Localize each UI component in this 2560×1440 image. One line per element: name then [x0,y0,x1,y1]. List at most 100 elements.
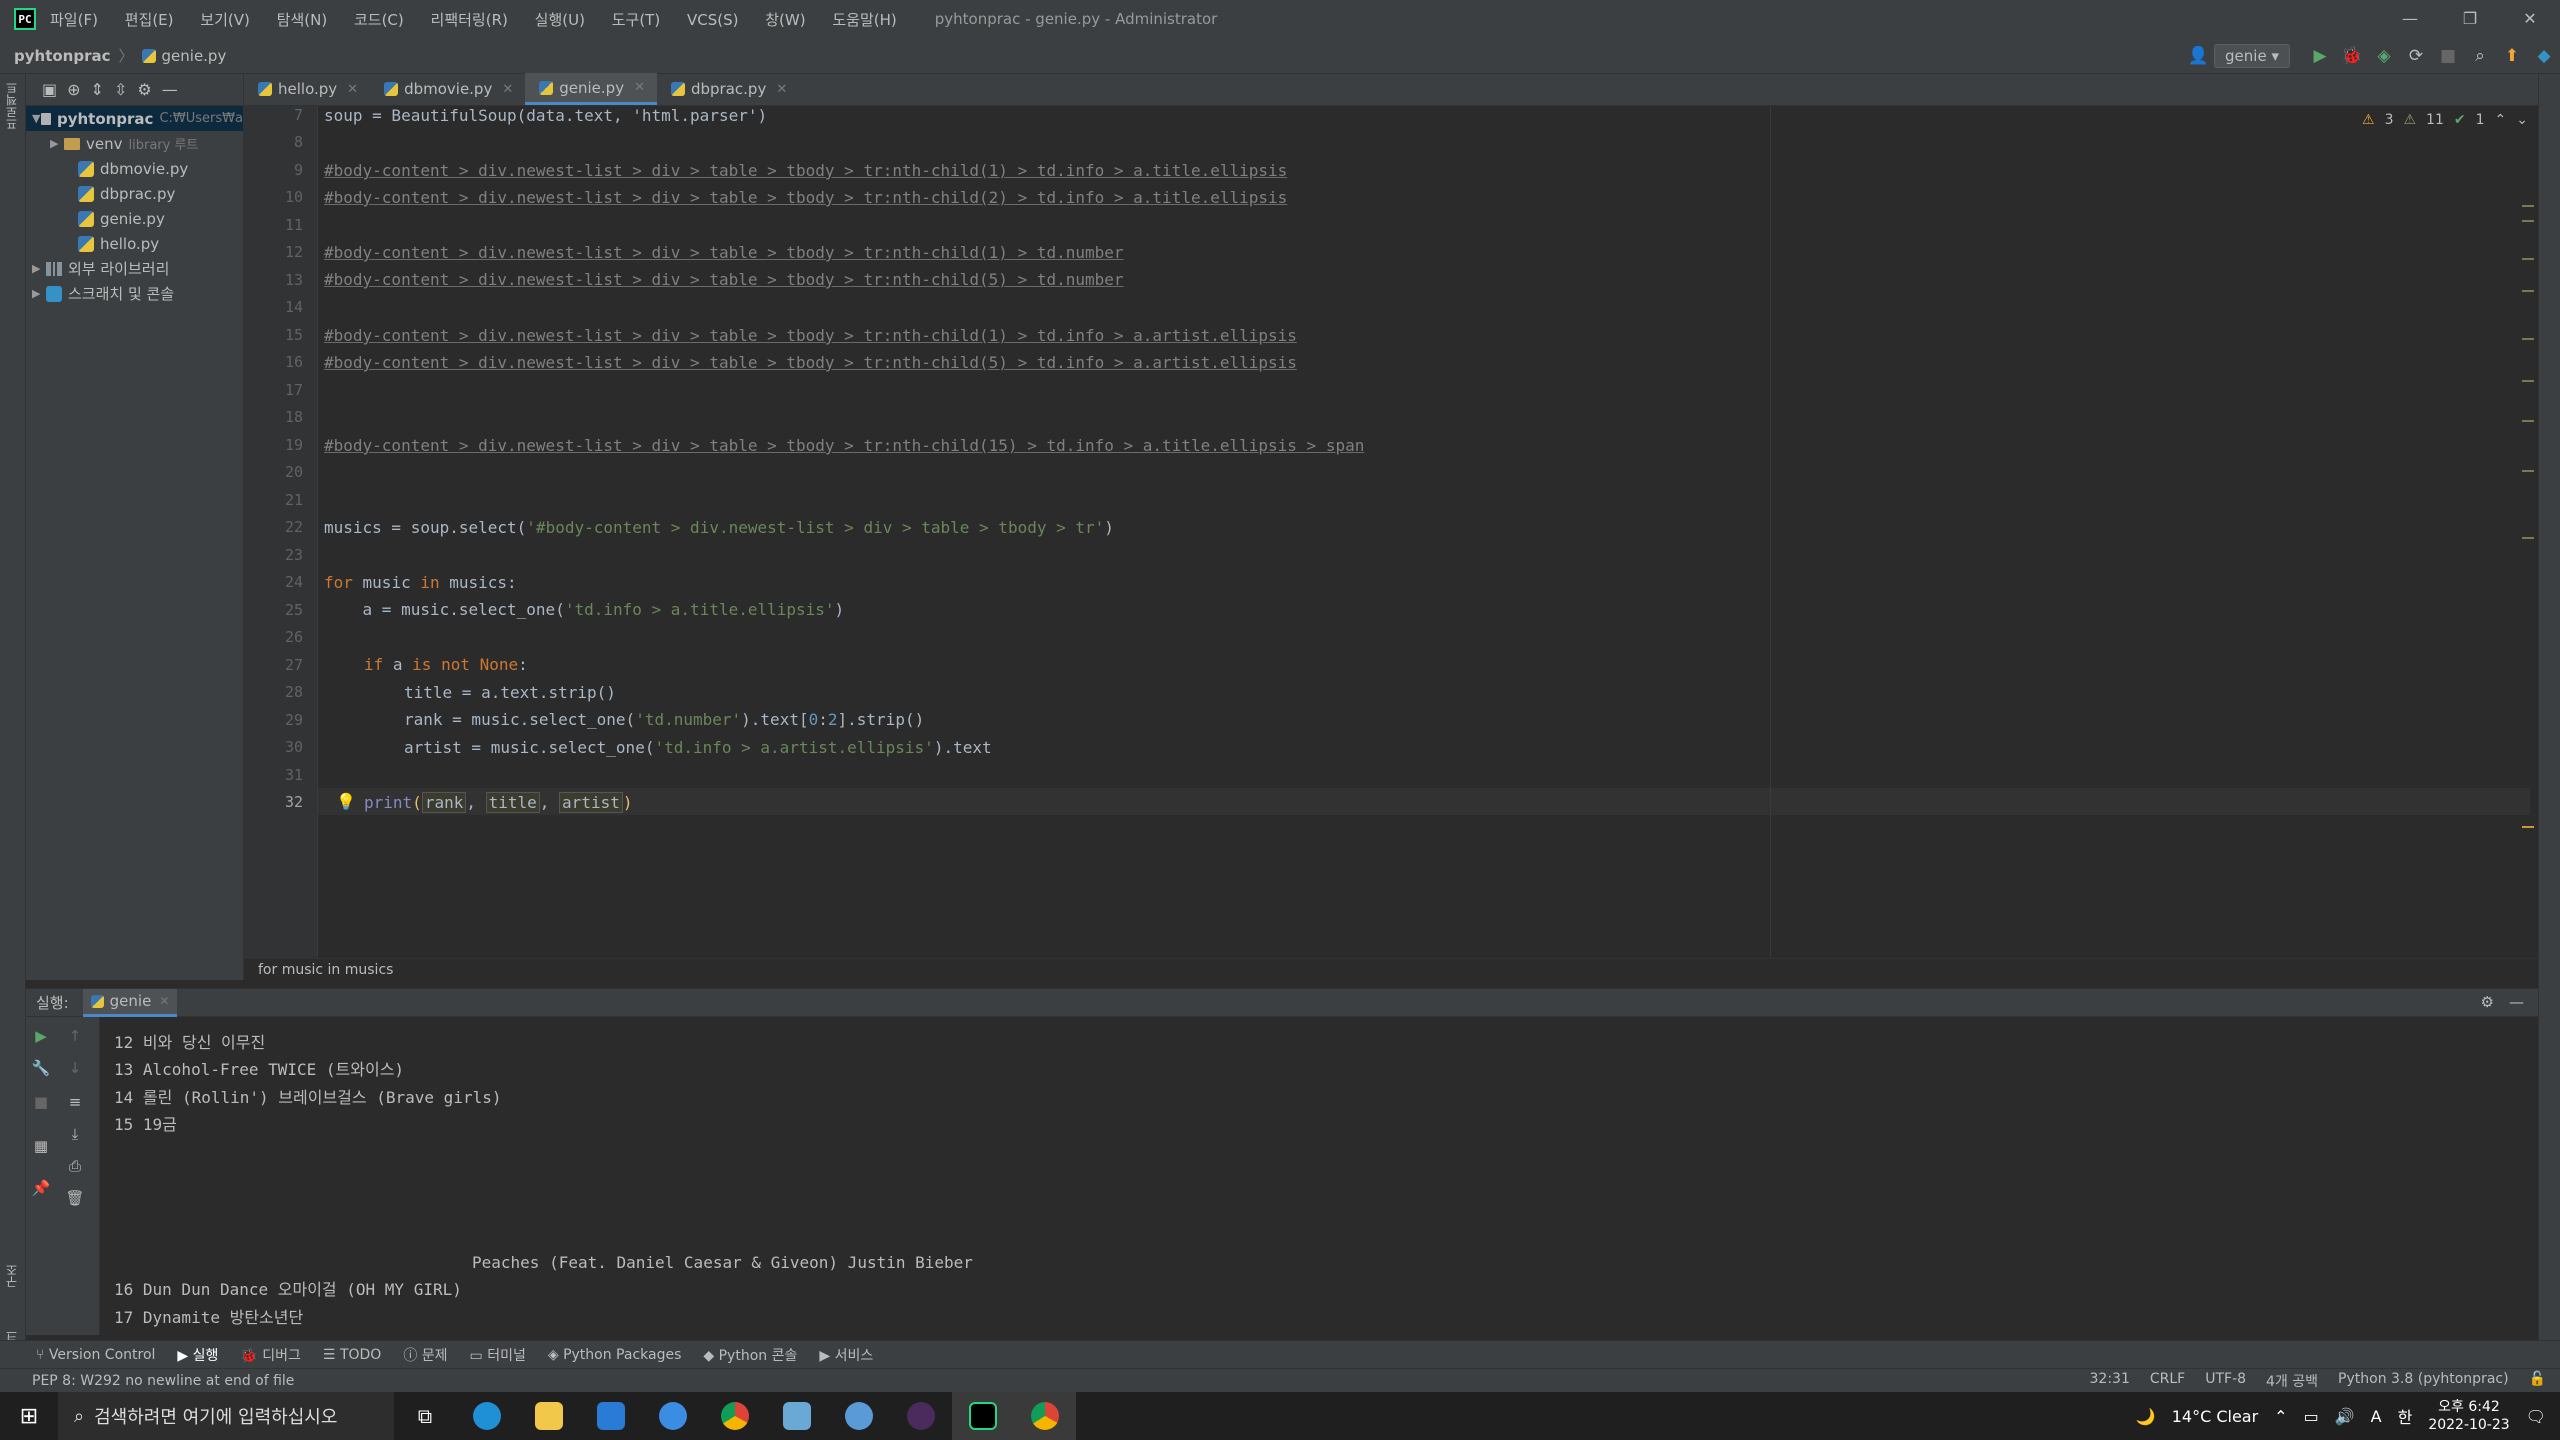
menu-code[interactable]: 코드(C) [354,11,404,29]
code-editor[interactable]: 7 8 9 10 11 12 13 14 15 16 17 18 19 20 2… [244,106,2538,958]
close-icon[interactable]: ✕ [776,82,787,97]
expand-all-icon[interactable]: ⇕ [91,80,104,99]
tab-run[interactable]: ▶ 실행 [177,1345,218,1365]
profile-icon[interactable]: ⟳ [2402,46,2430,66]
menu-navigate[interactable]: 탐색(N) [277,11,328,29]
lightbulb-icon[interactable]: 💡 [336,792,356,811]
chevron-down-icon[interactable]: ▼ [32,112,41,125]
debug-icon[interactable]: 🐞 [2338,46,2366,66]
tab-dbmovie[interactable]: dbmovie.py ✕ [370,73,525,105]
hide-icon[interactable]: — [162,80,178,99]
tree-item-hello[interactable]: hello.py [26,231,243,256]
app-icon[interactable] [890,1392,952,1440]
chevron-down-icon[interactable]: ⌄ [2516,112,2528,128]
tab-terminal[interactable]: ▭ 터미널 [470,1345,526,1365]
trash-icon[interactable]: 🗑 [64,1189,86,1207]
chevron-up-icon[interactable]: ⌃ [2495,112,2507,128]
tab-python-packages[interactable]: ◈ Python Packages [548,1347,682,1363]
interpreter[interactable]: Python 3.8 (pyhtonprac) [2338,1371,2509,1391]
file-explorer-icon[interactable] [518,1392,580,1440]
wrench-icon[interactable]: 🔧 [30,1059,52,1077]
close-icon[interactable]: ✕ [634,80,645,95]
tab-problems[interactable]: ⓘ 문제 [403,1345,447,1365]
restore-icon[interactable]: ❐ [2440,0,2500,38]
chrome-icon[interactable] [704,1392,766,1440]
edge-icon[interactable] [456,1392,518,1440]
tab-version-control[interactable]: ⑂ Version Control [36,1347,155,1363]
menu-window[interactable]: 창(W) [765,11,805,29]
volume-icon[interactable]: 🔊 [2335,1407,2355,1426]
app-icon[interactable] [642,1392,704,1440]
gear-icon[interactable]: ⚙ [2481,993,2494,1011]
ime-hangul[interactable]: 한 [2398,1404,2413,1428]
chevron-right-icon[interactable]: ▶ [50,137,64,150]
indent-setting[interactable]: 4개 공백 [2266,1371,2318,1391]
menu-view[interactable]: 보기(V) [200,11,250,29]
breadcrumb-file[interactable]: genie.py [162,47,227,65]
project-view-icon[interactable]: ▣ [42,80,57,99]
project-tool-tab[interactable]: 프로젝트 [3,82,23,130]
search-icon[interactable]: ⌕ [2466,46,2494,66]
update-icon[interactable]: ⬆ [2498,46,2526,66]
close-icon[interactable]: ✕ [159,994,169,1008]
gear-icon[interactable]: ⚙ [137,80,151,99]
menu-vcs[interactable]: VCS(S) [687,11,738,29]
tree-item-ext-libs[interactable]: ▶ 외부 라이브러리 [26,256,243,281]
notification-icon[interactable]: 🗨 [2526,1407,2546,1426]
clock[interactable]: 오후 6:42 2022-10-23 [2428,1398,2509,1434]
taskbar-search[interactable]: ⌕ 검색하려면 여기에 입력하십시오 [58,1392,394,1440]
tree-item-dbmovie[interactable]: dbmovie.py [26,156,243,181]
rerun-icon[interactable]: ▶ [30,1027,52,1045]
chevron-right-icon[interactable]: ▶ [32,287,46,300]
file-encoding[interactable]: UTF-8 [2205,1371,2246,1391]
tab-python-console[interactable]: ◆ Python 콘솔 [703,1345,797,1365]
print-icon[interactable]: ⎙ [64,1157,86,1175]
tree-item-genie[interactable]: genie.py [26,206,243,231]
app-icon[interactable] [828,1392,890,1440]
stop-icon[interactable]: ■ [2434,46,2462,66]
menu-file[interactable]: 파일(F) [50,11,98,29]
stop-icon[interactable]: ■ [30,1093,52,1111]
tree-item-scratch[interactable]: ▶ 스크래치 및 콘솔 [26,281,243,306]
menu-run[interactable]: 실행(U) [535,11,585,29]
structure-tool-tab[interactable]: 구조 [3,1264,23,1288]
tab-services[interactable]: ▶ 서비스 [819,1345,873,1365]
tab-todo[interactable]: ☰ TODO [323,1347,381,1363]
close-icon[interactable]: ✕ [502,82,513,97]
locate-icon[interactable]: ⊕ [67,80,80,99]
network-icon[interactable]: ▭ [2304,1407,2319,1426]
hide-icon[interactable]: — [2509,993,2524,1011]
tab-dbprac[interactable]: dbprac.py ✕ [657,73,799,105]
soft-wrap-icon[interactable]: ≡ [64,1093,86,1111]
chrome-icon[interactable] [1014,1392,1076,1440]
tree-item-dbprac[interactable]: dbprac.py [26,181,243,206]
lock-icon[interactable]: 🔓 [2529,1371,2546,1391]
breadcrumb-project[interactable]: pyhtonprac [14,47,111,65]
close-icon[interactable]: ✕ [2500,0,2560,38]
tree-item-venv[interactable]: ▶ venv library 루트 [26,131,243,156]
app-icon[interactable] [766,1392,828,1440]
chevron-up-icon[interactable]: ⌃ [2274,1407,2287,1426]
editor-breadcrumb[interactable]: for music in musics [244,958,2538,980]
status-message[interactable]: PEP 8: W292 no newline at end of file [32,1373,294,1389]
run-icon[interactable]: ▶ [2306,46,2334,66]
line-separator[interactable]: CRLF [2150,1371,2185,1391]
coverage-icon[interactable]: ◈ [2370,46,2398,66]
caret-position[interactable]: 32:31 [2090,1371,2130,1391]
menu-refactor[interactable]: 리팩터링(R) [431,11,508,29]
windows-start-icon[interactable]: ⊞ [0,1404,58,1429]
menu-tools[interactable]: 도구(T) [612,11,660,29]
ime-mode[interactable]: A [2371,1407,2382,1426]
task-view-icon[interactable]: ⧉ [394,1392,456,1440]
minimize-icon[interactable]: — [2380,0,2440,38]
layout-icon[interactable]: ▦ [30,1137,52,1155]
pin-icon[interactable]: 📌 [30,1179,52,1197]
user-icon[interactable]: 👤 [2184,46,2212,66]
down-arrow-icon[interactable]: ↓ [64,1059,86,1077]
weather-icon[interactable]: 🌙 [2136,1407,2156,1426]
close-icon[interactable]: ✕ [347,82,358,97]
inspection-widget[interactable]: ⚠ 3 ⚠ 11 ✔ 1 ⌃ ⌄ [2362,112,2528,128]
tab-debug[interactable]: 🐞 디버그 [240,1345,301,1365]
run-tab-genie[interactable]: genie ✕ [82,988,178,1017]
tree-root[interactable]: ▼ pyhtonprac C:₩Users₩a [26,106,243,131]
